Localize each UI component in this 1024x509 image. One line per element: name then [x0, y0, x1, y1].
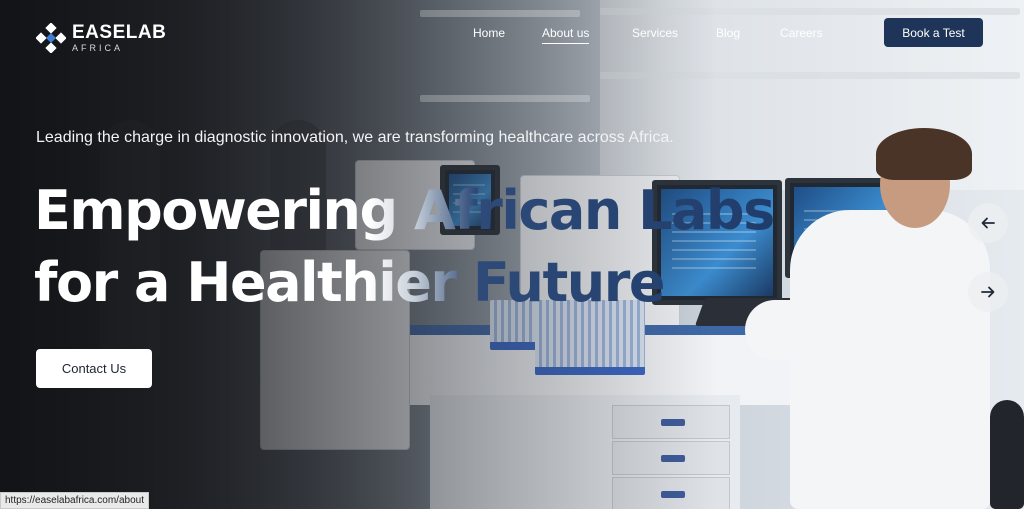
nav-careers[interactable]: Careers	[780, 26, 823, 40]
brand-subtitle: AFRICA	[72, 43, 124, 53]
hero-tagline: Leading the charge in diagnostic innovat…	[36, 129, 674, 146]
nav-blog[interactable]: Blog	[716, 26, 740, 40]
hero-headline-line-2: for a Healthier Future	[34, 251, 665, 314]
contact-us-button[interactable]: Contact Us	[36, 349, 152, 388]
hero-headline: Empowering African Labs for a Healthier …	[34, 175, 794, 319]
arrow-left-icon	[981, 217, 995, 229]
slider-next-button[interactable]	[968, 272, 1008, 312]
hero-headline-line-1: Empowering African Labs	[34, 179, 774, 242]
arrow-right-icon	[981, 286, 995, 298]
status-bar-url: https://easelabafrica.com/about	[0, 492, 149, 509]
nav-home[interactable]: Home	[473, 26, 505, 40]
nav-about-us[interactable]: About us	[542, 26, 590, 44]
nav-services[interactable]: Services	[632, 26, 678, 40]
main-nav: Home About us Services Blog Careers	[0, 26, 1024, 44]
slider-prev-button[interactable]	[968, 203, 1008, 243]
book-a-test-button[interactable]: Book a Test	[884, 18, 983, 47]
